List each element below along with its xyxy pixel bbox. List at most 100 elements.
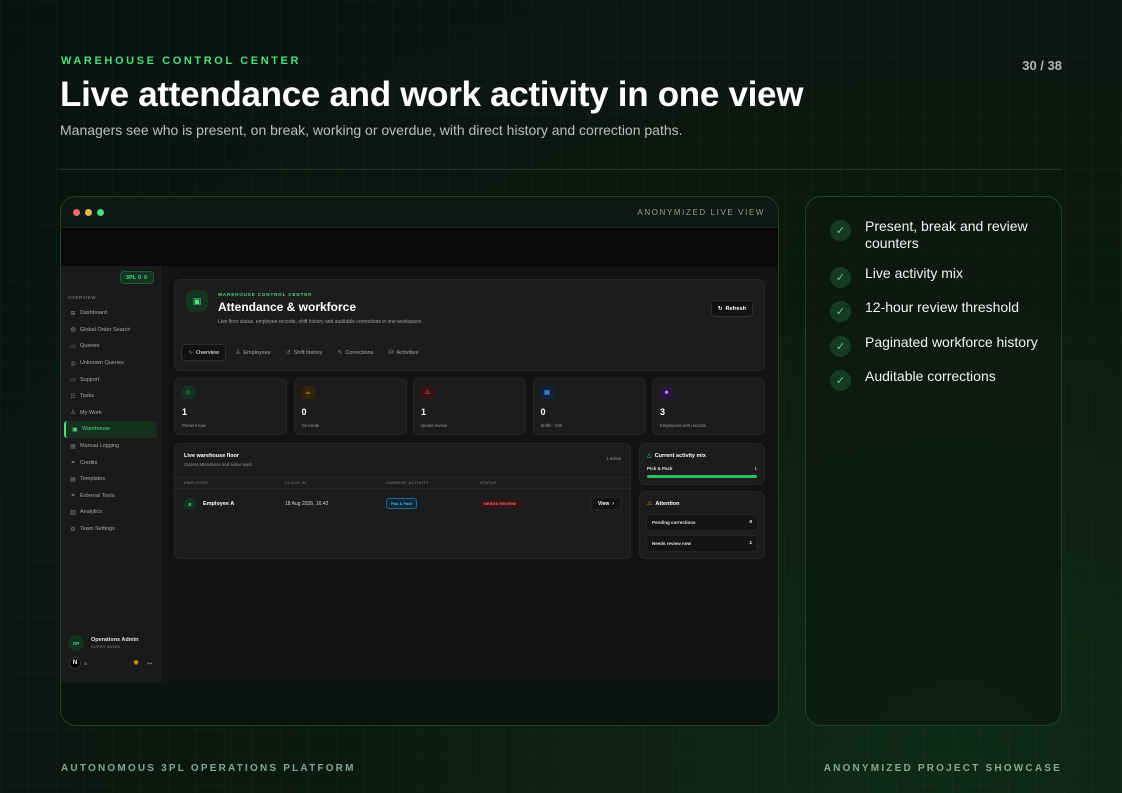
attention-title: ⚠ Attention <box>647 500 680 508</box>
warehouse-icon: ▣ <box>186 290 208 312</box>
slide-subtitle: Managers see who is present, on break, w… <box>60 122 683 138</box>
window-minimize-dot[interactable] <box>85 208 92 216</box>
sidebar-item-queries[interactable]: ▭ Queries <box>64 338 157 355</box>
check-icon: ✓ <box>830 267 851 288</box>
user-role: SUPER ADMIN <box>91 645 121 649</box>
sidebar-item-label: Analytics <box>80 509 103 516</box>
app-body: 3PL 0 ⚙ OVERVIEW ⊞ Dashboard ◍ Global Order… <box>61 266 778 682</box>
stat-value: 0 <box>540 407 546 417</box>
view-button[interactable]: View › <box>591 497 621 510</box>
check-icon: ✓ <box>830 336 851 357</box>
tab-label: Shift history <box>293 349 323 356</box>
slide-title: Live attendance and work activity in one… <box>60 75 804 114</box>
gear-icon: ⚙ <box>70 526 76 533</box>
brand-badge[interactable]: 3PL 0 ⚙ <box>119 271 154 284</box>
stat-card-shifts-24h: ▦ 0 Shifts · 24h <box>532 378 646 435</box>
avatar: OP <box>68 635 84 651</box>
tab-label: Employees <box>243 349 271 356</box>
page-kicker: WAREHOUSE CONTROL CENTER <box>218 292 313 297</box>
footer-right: ANONYMIZED PROJECT SHOWCASE <box>823 763 1062 774</box>
sidebar-item-tasks[interactable]: ☷ Tasks <box>64 388 157 405</box>
tab-overview[interactable]: ∿ Overview <box>181 344 226 361</box>
nav-section-label: OVERVIEW <box>68 295 97 300</box>
feature-item: ✓ Auditable corrections <box>830 368 1041 391</box>
main-content: ▣ WAREHOUSE CONTROL CENTER Attendance & … <box>161 266 778 682</box>
sidebar-item-label: Support <box>80 376 100 383</box>
sidebar-item-global-order-search[interactable]: ◍ Global Order Search <box>64 322 157 339</box>
attention-row-needs-review[interactable]: Needs review now 1 <box>646 535 758 552</box>
feature-text: Auditable corrections <box>865 368 996 384</box>
activity-mix-bar-fill <box>647 475 757 478</box>
sidebar: 3PL 0 ⚙ OVERVIEW ⊞ Dashboard ◍ Global Order… <box>61 266 161 682</box>
app-topbar <box>61 228 778 266</box>
attention-panel: ⚠ Attention Pending corrections 0 Needs … <box>639 491 765 559</box>
sidebar-item-team-settings[interactable]: ⚙ Team Settings <box>64 521 157 538</box>
pulse-icon: ∿ <box>188 350 194 356</box>
floor-subtitle: Current attendance and active work. <box>184 462 254 467</box>
template-icon: ▤ <box>70 476 76 483</box>
warehouse-icon: ▣ <box>72 426 78 433</box>
check-icon: ✓ <box>830 220 851 241</box>
sidebar-item-label: Tasks <box>80 393 95 400</box>
user-name: Operations Admin <box>91 637 139 643</box>
slide-counter: 30 / 38 <box>1022 58 1062 73</box>
table-row[interactable]: E Employee A 18 Aug 2026, 16:42 Pick & P… <box>175 496 630 514</box>
feature-panel: ✓ Present, break and review counters ✓ Live… <box>805 196 1062 726</box>
tab-activities[interactable]: ⛁ Activities <box>382 344 424 361</box>
sidebar-item-templates[interactable]: ▤ Templates <box>64 471 157 488</box>
sidebar-item-dashboard[interactable]: ⊞ Dashboard <box>64 305 157 322</box>
window-maximize-dot[interactable] <box>97 208 104 216</box>
refresh-button[interactable]: ↻ Refresh <box>710 300 753 317</box>
sun-icon[interactable]: ✺ <box>133 659 139 667</box>
support-icon: ▭ <box>70 377 76 384</box>
window-label: ANONYMIZED LIVE VIEW <box>637 207 765 217</box>
tasks-icon: ☷ <box>70 393 76 400</box>
help-icon: ◎ <box>70 360 76 367</box>
attention-value: 0 <box>749 520 752 525</box>
attention-title-text: Attention <box>655 500 680 507</box>
sidebar-item-support[interactable]: ▭ Support <box>64 371 157 388</box>
page-header: ▣ WAREHOUSE CONTROL CENTER Attendance & … <box>174 279 765 371</box>
slide-kicker: WAREHOUSE CONTROL CENTER <box>61 55 302 67</box>
tab-shift-history[interactable]: ↺ Shift history <box>280 344 329 361</box>
tab-employees[interactable]: ♙ Employees <box>229 344 277 361</box>
sidebar-item-external-tools[interactable]: ⚭ External Tools <box>64 488 157 505</box>
sidebar-item-unknown-queries[interactable]: ◎ Unknown Queries <box>64 355 157 372</box>
alert-icon: ⚠ <box>647 501 653 507</box>
sidebar-item-analytics[interactable]: ▥ Analytics <box>64 504 157 521</box>
attention-label: Pending corrections <box>652 520 696 525</box>
column-current-activity: CURRENT ACTIVITY <box>386 481 429 485</box>
user-check-icon: ☺ <box>182 386 195 399</box>
logout-icon[interactable]: ↦ <box>147 660 152 667</box>
stat-card-employees-with-records: ☻ 3 Employees with records <box>652 378 765 435</box>
brand-badge-label: 3PL <box>125 274 136 281</box>
attention-value: 1 <box>749 541 752 546</box>
stat-card-present-now: ☺ 1 Present now <box>174 378 287 435</box>
triangle-icon: △ <box>647 453 652 459</box>
alert-icon: ⚠ <box>421 386 434 399</box>
window-close-dot[interactable] <box>73 208 80 216</box>
activity-mix-title-text: Current activity mix <box>654 452 706 459</box>
history-icon: ↺ <box>285 350 291 356</box>
user-profile[interactable]: OP Operations Admin SUPER ADMIN <box>68 635 138 651</box>
row-avatar: E <box>184 498 196 510</box>
sidebar-item-label: Templates <box>80 476 106 483</box>
stat-value: 1 <box>421 407 427 417</box>
framework-mark: /li <box>84 660 87 666</box>
feature-text: Paginated workforce history <box>865 334 1038 350</box>
feature-item: ✓ Paginated workforce history <box>830 334 1041 357</box>
app-bottom-space <box>61 682 778 725</box>
sidebar-item-label: Global Order Search <box>80 326 131 333</box>
stat-label: Employees with records <box>660 423 706 428</box>
sidebar-item-manual-logging[interactable]: ▤ Manual Logging <box>64 438 157 455</box>
stat-label: Needs review <box>421 423 448 428</box>
team-icon: ☻ <box>660 386 673 399</box>
brand-badge-suffix: 0 <box>138 274 142 281</box>
tab-corrections[interactable]: ✎ Corrections <box>331 344 379 361</box>
attention-row-pending-corrections[interactable]: Pending corrections 0 <box>646 514 758 531</box>
table-header: EMPLOYEE CLOCK IN CURRENT ACTIVITY STATU… <box>175 477 630 489</box>
sidebar-item-my-work[interactable]: ♙ My Work <box>64 405 157 422</box>
sidebar-item-warehouse[interactable]: ▣ Warehouse <box>64 421 157 438</box>
sidebar-item-credits[interactable]: ⚭ Credits <box>64 454 157 471</box>
feature-item: ✓ Live activity mix <box>830 265 1041 288</box>
